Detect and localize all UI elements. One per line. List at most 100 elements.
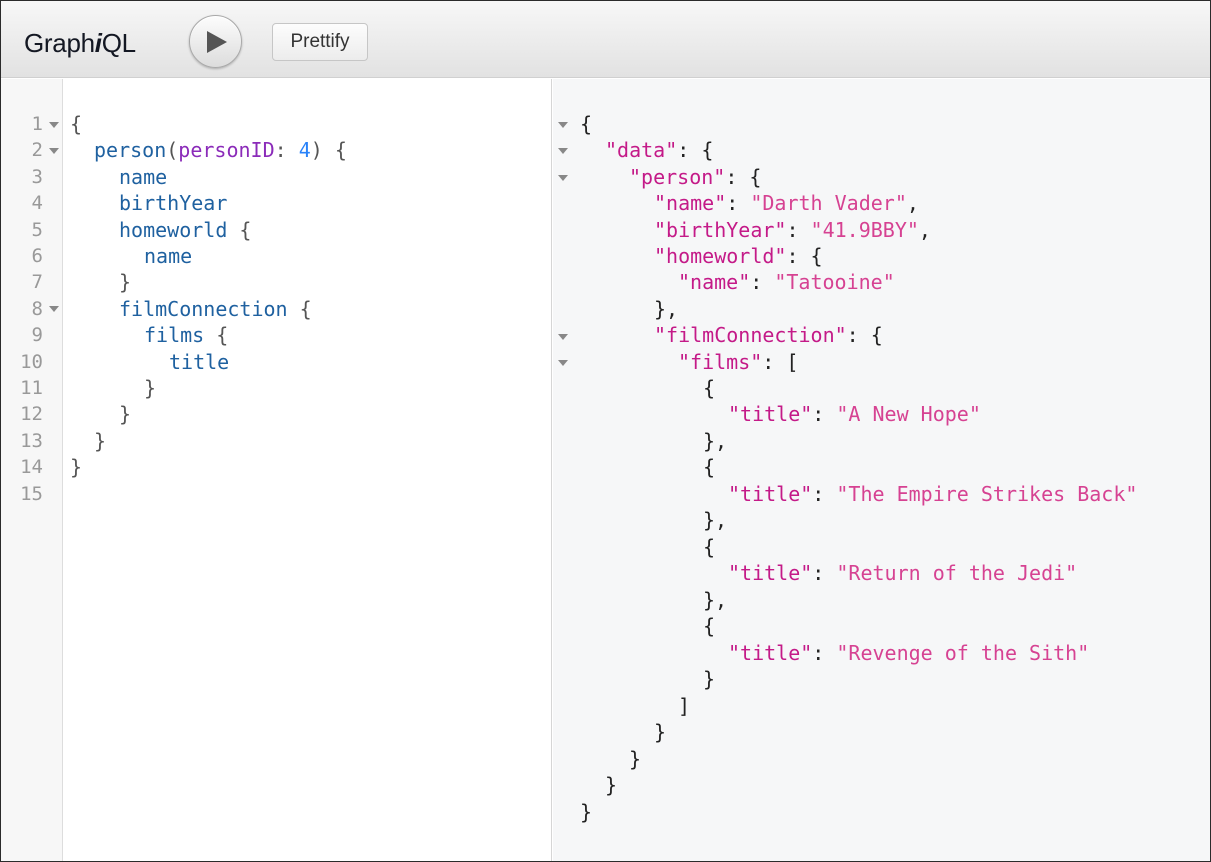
fold-toggle-data[interactable] bbox=[558, 148, 568, 154]
app-title-italic: i bbox=[94, 28, 102, 58]
line-number: 13 bbox=[20, 430, 43, 452]
play-icon bbox=[207, 31, 227, 53]
query-line-4: birthYear bbox=[119, 190, 227, 216]
colon: : bbox=[274, 138, 299, 162]
app-title-prefix: Graph bbox=[24, 28, 95, 58]
json-key-filmConnection: "filmConnection" bbox=[654, 323, 847, 347]
fold-toggle-line-8[interactable] bbox=[49, 306, 59, 312]
json-key-homeworld: "homeworld" bbox=[654, 244, 787, 268]
brace: } bbox=[703, 667, 716, 691]
result-line: { bbox=[580, 111, 592, 137]
result-line: } bbox=[654, 719, 666, 745]
brace: } bbox=[629, 747, 642, 771]
query-line-6: name bbox=[144, 243, 192, 269]
brace: { bbox=[227, 218, 252, 242]
brace-comma: }, bbox=[654, 297, 679, 321]
graphiql-app: GraphiQL Prettify 1 2 3 4 5 6 7 8 9 10 11 12 13 14 15 … bbox=[0, 0, 1211, 862]
brace: } bbox=[580, 800, 593, 824]
json-key-person: "person" bbox=[629, 165, 726, 189]
fold-toggle-line-1[interactable] bbox=[49, 122, 59, 128]
brace: { bbox=[703, 376, 716, 400]
query-line-8: filmConnection { bbox=[119, 296, 312, 322]
run-query-button[interactable] bbox=[189, 15, 242, 68]
result-line: "data": { bbox=[605, 137, 713, 163]
result-line: "name": "Tatooine" bbox=[678, 269, 895, 295]
json-value-homeworld-name: "Tatooine" bbox=[774, 270, 895, 294]
result-line: "birthYear": "41.9BBY", bbox=[654, 217, 931, 243]
line-number: 2 bbox=[31, 139, 43, 161]
json-value-title: "Revenge of the Sith" bbox=[836, 641, 1090, 665]
paren-brace: ) { bbox=[310, 138, 347, 162]
json-value-title: "Return of the Jedi" bbox=[836, 561, 1078, 585]
line-number: 4 bbox=[31, 192, 43, 214]
field-name: name bbox=[119, 165, 168, 189]
brace: } bbox=[119, 402, 132, 426]
brace: } bbox=[119, 270, 132, 294]
colon: : bbox=[750, 270, 775, 294]
line-number: 3 bbox=[31, 166, 43, 188]
colon-brace: : { bbox=[677, 138, 714, 162]
colon-brace: : { bbox=[725, 165, 762, 189]
brace: } bbox=[605, 773, 618, 797]
comma: , bbox=[918, 218, 931, 242]
result-line: } bbox=[703, 666, 715, 692]
line-number: 8 bbox=[31, 298, 43, 320]
field-name: name bbox=[144, 244, 193, 268]
colon: : bbox=[812, 402, 837, 426]
json-value-title: "The Empire Strikes Back" bbox=[836, 482, 1138, 506]
json-key-data: "data" bbox=[605, 138, 678, 162]
line-number: 11 bbox=[20, 377, 43, 399]
json-key-title: "title" bbox=[728, 641, 813, 665]
field-filmConnection: filmConnection bbox=[119, 297, 288, 321]
line-number: 9 bbox=[31, 324, 43, 346]
app-title-suffix: QL bbox=[101, 28, 136, 58]
query-line-3: name bbox=[119, 164, 167, 190]
brace: } bbox=[70, 455, 83, 479]
fold-toggle-line-2[interactable] bbox=[49, 148, 59, 154]
app-title: GraphiQL bbox=[24, 28, 136, 58]
query-line-2: person(personID: 4) { bbox=[94, 137, 347, 163]
colon: : bbox=[812, 482, 837, 506]
result-line: { bbox=[703, 534, 715, 560]
result-line: "title": "The Empire Strikes Back" bbox=[728, 481, 1137, 507]
json-value-title: "A New Hope" bbox=[836, 402, 981, 426]
result-line: "title": "Return of the Jedi" bbox=[728, 560, 1077, 586]
colon: : bbox=[812, 641, 837, 665]
result-line: { bbox=[703, 613, 715, 639]
brace-comma: }, bbox=[703, 508, 728, 532]
result-line: { bbox=[703, 375, 715, 401]
fold-toggle-films[interactable] bbox=[558, 360, 568, 366]
json-key-name: "name" bbox=[654, 191, 727, 215]
field-person: person bbox=[94, 138, 167, 162]
result-line: }, bbox=[703, 587, 727, 613]
paren: ( bbox=[166, 138, 179, 162]
query-editor[interactable]: 1 2 3 4 5 6 7 8 9 10 11 12 13 14 15 { person(personID:… bbox=[1, 79, 552, 861]
fold-toggle-filmConnection[interactable] bbox=[558, 334, 568, 340]
fold-toggle-person[interactable] bbox=[558, 175, 568, 181]
brace: { bbox=[287, 297, 312, 321]
result-line: "person": { bbox=[629, 164, 761, 190]
query-line-1: { bbox=[70, 111, 82, 137]
result-line: }, bbox=[703, 507, 727, 533]
json-key-title: "title" bbox=[728, 561, 813, 585]
brace: { bbox=[703, 614, 716, 638]
colon: : bbox=[812, 561, 837, 585]
fold-toggle-root[interactable] bbox=[558, 122, 568, 128]
comma: , bbox=[906, 191, 919, 215]
brace-comma: }, bbox=[703, 588, 728, 612]
colon-brace: : { bbox=[846, 323, 883, 347]
query-line-13: } bbox=[94, 428, 106, 454]
result-line: "title": "Revenge of the Sith" bbox=[728, 640, 1089, 666]
result-line: }, bbox=[703, 428, 727, 454]
line-number: 12 bbox=[20, 403, 43, 425]
field-title: title bbox=[169, 350, 230, 374]
query-line-14: } bbox=[70, 454, 82, 480]
argument-personID: personID bbox=[178, 138, 275, 162]
json-key-title: "title" bbox=[728, 482, 813, 506]
result-line: } bbox=[629, 746, 641, 772]
brace: } bbox=[94, 429, 107, 453]
json-key-birthYear: "birthYear" bbox=[654, 218, 787, 242]
query-line-12: } bbox=[119, 401, 131, 427]
prettify-button[interactable]: Prettify bbox=[272, 23, 368, 61]
line-number: 5 bbox=[31, 219, 43, 241]
